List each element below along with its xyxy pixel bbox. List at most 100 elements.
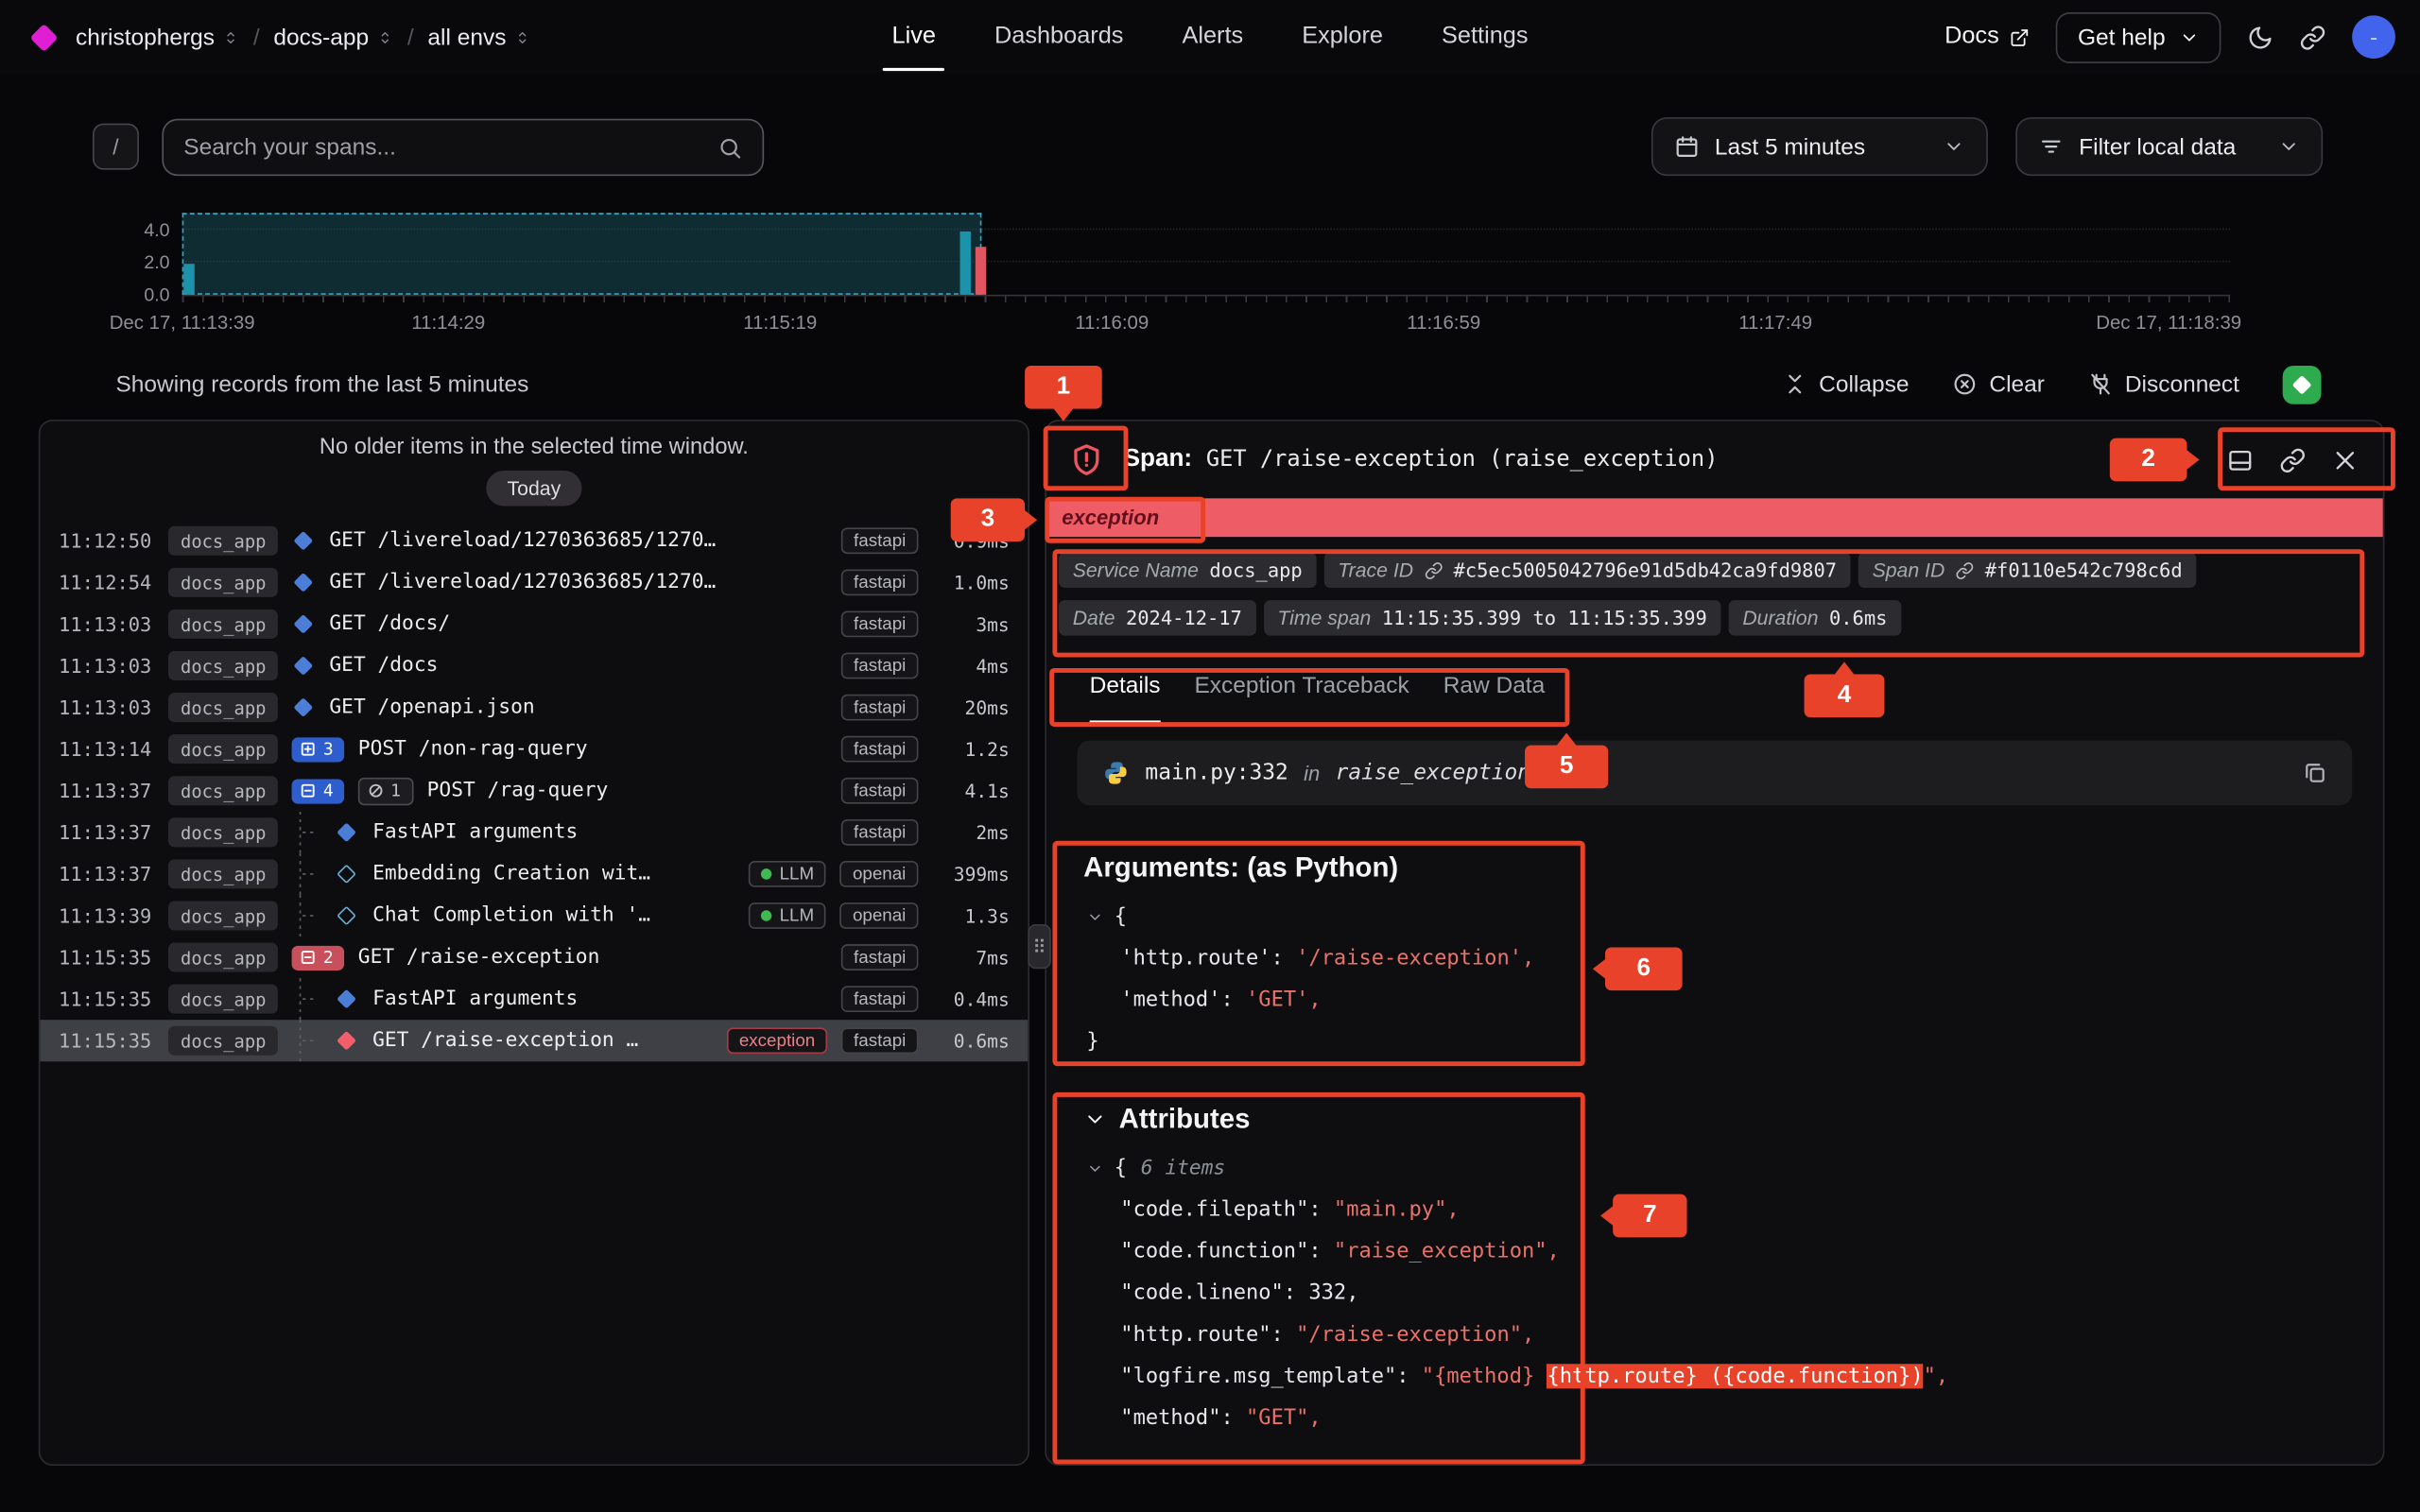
cancelled-spans-badge[interactable]: 1 [358,777,413,804]
service-tag[interactable]: docs_app [168,817,279,847]
row-timestamp: 11:13:03 [59,612,154,635]
trace-row[interactable]: 11:13:37 docs_app Embedding Creation wit… [40,853,1028,895]
scope-tag[interactable]: fastapi [841,569,918,595]
plus-square-icon [300,741,317,758]
collapse-children-badge-error[interactable]: 2 [292,945,344,970]
org-selector[interactable]: christophergs [76,24,239,50]
collapse-toggle-icon[interactable] [1086,904,1103,929]
scope-tag[interactable]: fastapi [841,527,918,554]
service-tag[interactable]: docs_app [168,901,279,930]
search-input[interactable] [183,134,705,161]
service-tag[interactable]: docs_app [168,1026,279,1056]
service-tag[interactable]: docs_app [168,526,279,556]
today-button[interactable]: Today [486,471,582,507]
link-icon [1956,560,1975,579]
project-selector[interactable]: docs-app [273,24,393,50]
section-collapse-icon[interactable] [1083,1108,1106,1130]
exception-tag[interactable]: exception [727,1027,828,1054]
expand-children-badge[interactable]: 3 [292,737,344,762]
attr-key: "code.function": [1120,1239,1321,1263]
scope-tag[interactable]: fastapi [841,819,918,846]
trace-row[interactable]: 11:12:54 docs_app GET /livereload/127036… [40,561,1028,603]
row-timestamp: 11:12:54 [59,571,154,593]
env-selector[interactable]: all envs [427,24,530,50]
logfire-logo[interactable] [30,23,59,51]
chevron-down-icon [2278,136,2300,158]
minus-square-icon [300,949,317,966]
open-brace: { [1115,904,1127,929]
service-tag[interactable]: docs_app [168,943,279,972]
search-box[interactable] [162,119,764,176]
clear-button[interactable]: Clear [1952,371,2045,398]
chart-selection-region[interactable] [182,213,981,295]
live-status-button[interactable] [2283,365,2322,404]
green-dot-icon [761,910,771,920]
span-title-prefix: Span: [1124,446,1193,473]
scope-tag[interactable]: fastapi [841,611,918,638]
span-duration: 2ms [932,821,1010,843]
get-help-button[interactable]: Get help [2056,11,2221,62]
trace-row[interactable]: 11:12:50 docs_app GET /livereload/127036… [40,520,1028,561]
scope-tag[interactable]: fastapi [841,736,918,763]
chip-label: Span ID [1873,558,1945,581]
scope-tag[interactable]: fastapi [841,1027,918,1054]
scope-tag[interactable]: fastapi [841,944,918,971]
service-tag[interactable]: docs_app [168,734,279,764]
tab-live[interactable]: Live [891,0,935,74]
trace-row[interactable]: 11:13:14 docs_app 3 POST /non-rag-query … [40,729,1028,770]
arg-value: '/raise-exception', [1296,946,1534,971]
avatar[interactable]: - [2352,15,2395,59]
source-in-word: in [1304,762,1320,784]
chart-plot: 4.02.00.0 [182,213,2231,296]
trace-row[interactable]: 11:15:35 docs_app FastAPI arguments fast… [40,978,1028,1020]
tab-dashboards[interactable]: Dashboards [994,0,1123,74]
scope-tag[interactable]: fastapi [841,778,918,804]
trace-row[interactable]: 11:15:35 docs_app 2 GET /raise-exception… [40,936,1028,978]
tab-raw-data[interactable]: Raw Data [1443,673,1546,713]
filter-button[interactable]: Filter local data [2015,117,2323,176]
llm-tag[interactable]: LLM [749,861,826,887]
share-link-icon[interactable] [2300,24,2326,50]
collapse-button[interactable]: Collapse [1782,371,1909,398]
trace-id-chip[interactable]: Trace ID#c5ec5005042796e91d5db42ca9fd980… [1324,552,1851,588]
theme-toggle-moon-icon[interactable] [2247,24,2273,50]
slash-circle-icon [368,782,385,799]
scope-tag[interactable]: fastapi [841,695,918,721]
scope-tag[interactable]: fastapi [841,653,918,679]
tab-details[interactable]: Details [1090,673,1161,713]
trace-row[interactable]: 11:13:37 docs_app FastAPI arguments fast… [40,812,1028,853]
panel-resize-handle[interactable]: ⠿ [1028,924,1050,969]
service-tag[interactable]: docs_app [168,859,279,888]
service-tag[interactable]: docs_app [168,693,279,722]
copy-span-link-icon[interactable] [2279,447,2306,473]
service-tag[interactable]: docs_app [168,985,279,1014]
disconnect-button[interactable]: Disconnect [2088,371,2239,398]
span-id-chip[interactable]: Span ID#f0110e542c798c6d [1858,552,2196,588]
trace-row[interactable]: 11:13:03 docs_app GET /openapi.json fast… [40,687,1028,729]
provider-tag[interactable]: openai [840,861,919,887]
dock-panel-icon[interactable] [2227,447,2254,473]
tab-alerts[interactable]: Alerts [1182,0,1243,74]
service-tag[interactable]: docs_app [168,568,279,597]
time-range-button[interactable]: Last 5 minutes [1651,117,1988,176]
docs-link[interactable]: Docs [1945,23,2030,50]
close-icon[interactable] [2332,447,2359,473]
trace-row-selected[interactable]: 11:15:35 docs_app GET /raise-exception …… [40,1020,1028,1061]
trace-row[interactable]: 11:13:39 docs_app Chat Completion with '… [40,895,1028,936]
copy-icon[interactable] [2303,761,2327,785]
scope-tag[interactable]: fastapi [841,986,918,1012]
trace-row[interactable]: 11:13:37 docs_app 4 1 POST /rag-query fa… [40,770,1028,812]
tab-explore[interactable]: Explore [1302,0,1383,74]
trace-row[interactable]: 11:13:03 docs_app GET /docs fastapi 4ms [40,644,1028,686]
provider-tag[interactable]: openai [840,902,919,929]
trace-row[interactable]: 11:13:03 docs_app GET /docs/ fastapi 3ms [40,603,1028,644]
collapse-toggle-icon[interactable] [1086,1156,1103,1180]
tab-settings[interactable]: Settings [1442,0,1528,74]
service-tag[interactable]: docs_app [168,651,279,680]
llm-tag[interactable]: LLM [749,902,826,929]
service-tag[interactable]: docs_app [168,776,279,805]
service-tag[interactable]: docs_app [168,610,279,639]
tab-exception-traceback[interactable]: Exception Traceback [1194,673,1409,713]
collapse-icon [1782,371,1806,396]
collapse-children-badge[interactable]: 4 [292,779,344,803]
